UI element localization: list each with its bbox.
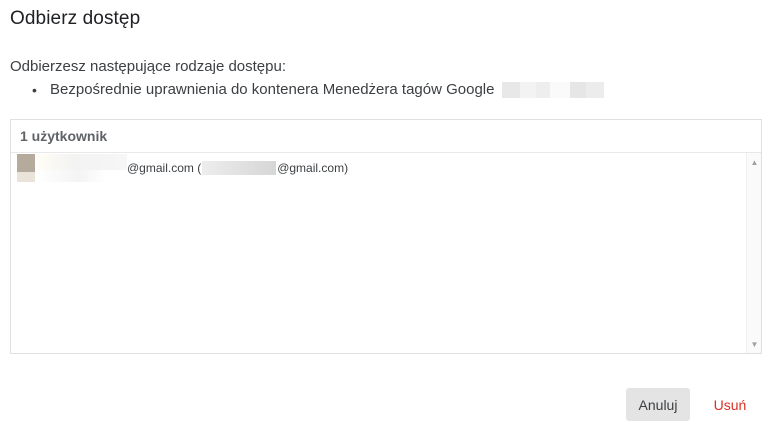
redacted-user-email [202, 161, 277, 175]
scrollbar[interactable]: ▲ ▼ [746, 153, 761, 353]
bullet-icon: • [32, 81, 37, 98]
redaction-block [550, 81, 571, 98]
redaction-block [586, 81, 605, 98]
cancel-button[interactable]: Anuluj [626, 388, 690, 421]
users-count-header: 1 użytkownik [11, 120, 761, 153]
avatar [17, 154, 35, 182]
scroll-up-arrow-icon[interactable]: ▲ [747, 155, 762, 169]
users-list[interactable]: @gmail.com ( @gmail.com) ▲ ▼ [11, 153, 761, 353]
users-panel: 1 użytkownik @gmail.com ( @gmail.com) ▲ … [10, 119, 762, 354]
access-type-label: Bezpośrednie uprawnienia do kontenera Me… [50, 81, 495, 98]
redaction-block [502, 81, 521, 98]
dialog-title: Odbierz dostęp [10, 8, 141, 29]
remove-button[interactable]: Usuń [704, 388, 756, 421]
redaction-block [520, 81, 537, 98]
access-type-item: • Bezpośrednie uprawnienia do kontenera … [32, 81, 605, 98]
redacted-user-name [37, 154, 127, 182]
redaction-block [536, 81, 551, 98]
revoke-access-dialog: Odbierz dostęp Odbierzesz następujące ro… [0, 0, 771, 428]
intro-text: Odbierzesz następujące rodzaje dostępu: [10, 58, 287, 75]
scroll-down-arrow-icon[interactable]: ▼ [747, 337, 762, 351]
redaction-block [570, 81, 587, 98]
list-item: @gmail.com ( @gmail.com) [17, 153, 348, 183]
user-email-suffix-2: @gmail.com) [277, 161, 349, 175]
user-email-suffix: @gmail.com ( [127, 161, 202, 175]
redacted-container-id [502, 81, 605, 98]
